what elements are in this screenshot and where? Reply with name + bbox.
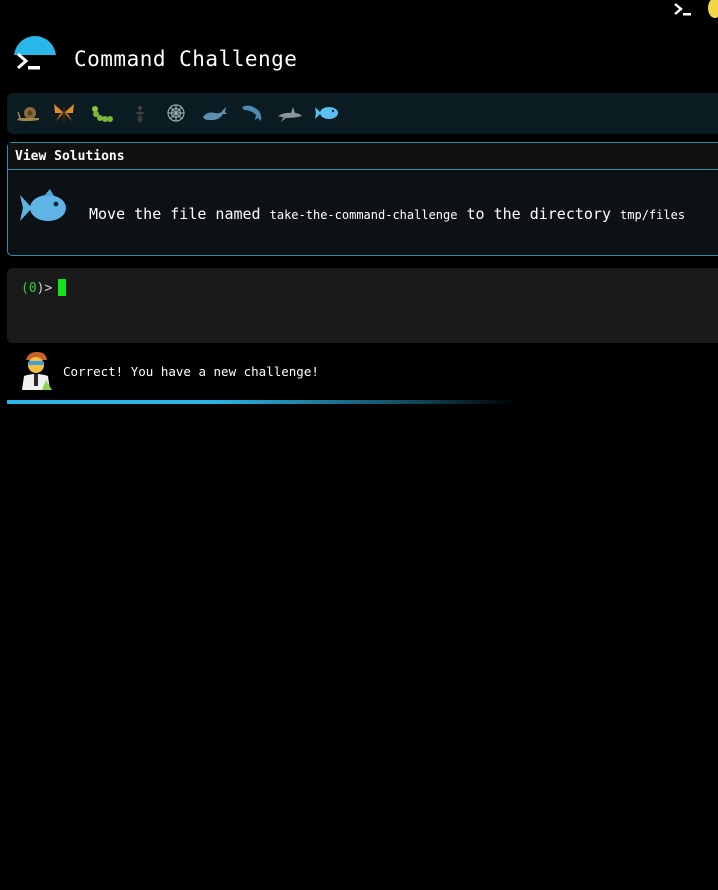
butterfly-icon[interactable] — [51, 101, 77, 125]
prompt-close: )> — [36, 281, 53, 296]
scientist-avatar — [22, 352, 52, 390]
fish-icon[interactable] — [314, 101, 340, 125]
feedback-row: Correct! You have a new challenge! — [18, 350, 518, 392]
challenge-description: Move the file named take-the-command-cha… — [89, 205, 685, 223]
prompt-open: ( — [21, 281, 29, 296]
challenge-middle: to the directory — [466, 205, 612, 223]
terminal-input-area[interactable]: (0)> — [7, 268, 718, 343]
ant-icon[interactable] — [127, 101, 153, 125]
challenge-panel: View Solutions Move the file named take-… — [7, 142, 718, 256]
challenge-prefix: Move the file named — [89, 205, 261, 223]
top-right-toolbar — [658, 0, 718, 22]
dolphin-icon[interactable] — [239, 101, 265, 125]
terminal-cursor[interactable] — [58, 279, 67, 296]
shark-icon[interactable] — [277, 101, 303, 125]
spider-web-icon[interactable] — [163, 101, 189, 125]
terminal-prompt-icon — [17, 52, 40, 70]
caterpillar-icon[interactable] — [89, 101, 115, 125]
page-title: Command Challenge — [74, 47, 298, 71]
prompt-number: 0 — [28, 281, 37, 296]
prompt: (0)> — [21, 279, 67, 296]
snail-icon[interactable] — [15, 101, 41, 125]
feedback-message: Correct! You have a new challenge! — [63, 364, 319, 379]
lightbulb-icon[interactable] — [708, 0, 718, 18]
header: Command Challenge — [14, 34, 334, 86]
loading-bar — [7, 400, 517, 404]
challenge-directory: tmp/files — [620, 208, 686, 222]
terminal-icon[interactable] — [674, 3, 692, 17]
challenge-filename: take-the-command-challenge — [269, 208, 458, 222]
fish-icon — [20, 189, 66, 221]
whale-icon[interactable] — [201, 101, 227, 125]
logo[interactable] — [14, 34, 56, 76]
view-solutions-link[interactable]: View Solutions — [8, 143, 718, 170]
level-progress-bar — [7, 93, 718, 134]
